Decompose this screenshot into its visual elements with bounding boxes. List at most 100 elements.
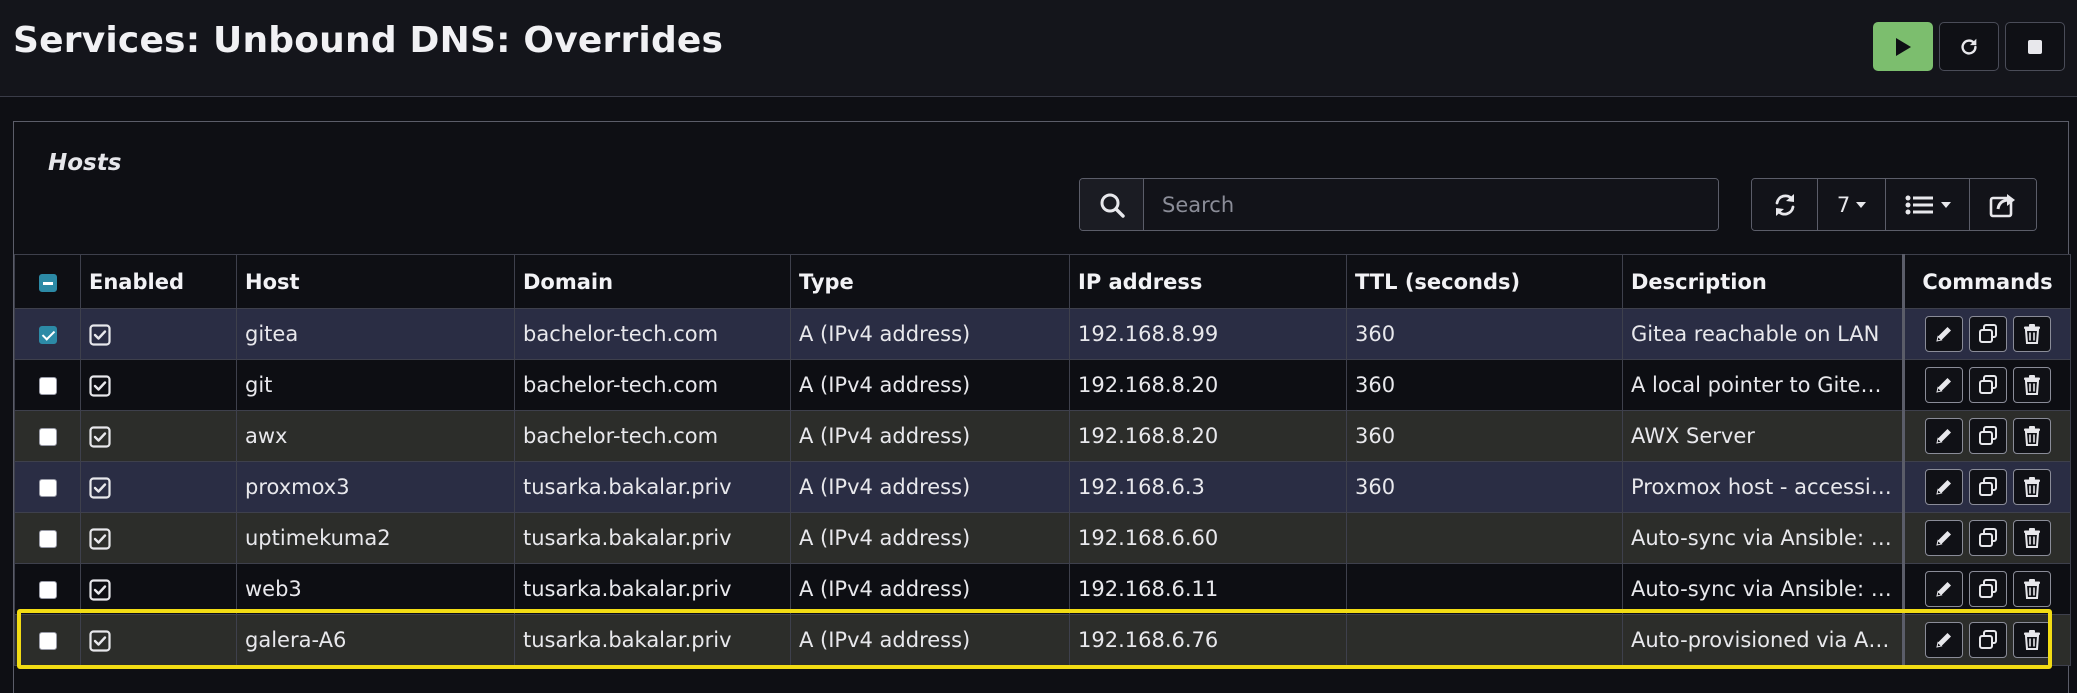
checked-square-icon[interactable] — [89, 579, 111, 601]
trash-icon — [2023, 375, 2040, 395]
clone-button[interactable] — [1968, 418, 2007, 454]
select-all-cell — [14, 254, 81, 309]
select-all-checkbox[interactable] — [38, 273, 57, 292]
column-header-commands: Commands — [1902, 254, 2071, 309]
delete-button[interactable] — [2012, 469, 2051, 505]
column-header-description[interactable]: Description — [1622, 254, 1904, 309]
page-size-dropdown[interactable]: 7 — [1818, 179, 1886, 230]
table-row[interactable]: uptimekuma2 tusarka.bakalar.priv A (IPv4… — [14, 512, 2071, 564]
edit-button[interactable] — [1924, 520, 1963, 556]
search-icon — [1100, 193, 1125, 218]
table-row[interactable]: awx bachelor-tech.com A (IPv4 address) 1… — [14, 410, 2071, 462]
row-ttl: 360 — [1346, 410, 1623, 462]
row-select-cell — [14, 512, 81, 564]
edit-button[interactable] — [1924, 571, 1963, 607]
edit-button[interactable] — [1924, 622, 1963, 658]
row-commands — [1902, 410, 2071, 462]
table-row[interactable]: proxmox3 tusarka.bakalar.priv A (IPv4 ad… — [14, 461, 2071, 513]
row-domain: bachelor-tech.com — [514, 410, 791, 462]
delete-button[interactable] — [2012, 571, 2051, 607]
clone-button[interactable] — [1968, 316, 2007, 352]
row-ttl — [1346, 512, 1623, 564]
edit-button[interactable] — [1924, 316, 1963, 352]
pencil-icon — [1935, 480, 1951, 495]
row-select-checkbox[interactable] — [38, 581, 57, 599]
checked-square-icon[interactable] — [89, 630, 111, 652]
table-header-row: Enabled Host Domain Type IP address TTL … — [14, 254, 2071, 309]
play-icon — [1896, 37, 1911, 56]
page-title: Services: Unbound DNS: Overrides — [13, 20, 724, 61]
clone-button[interactable] — [1968, 469, 2007, 505]
checked-square-icon[interactable] — [89, 477, 111, 499]
stop-service-button[interactable] — [2005, 22, 2065, 71]
table-row[interactable]: web3 tusarka.bakalar.priv A (IPv4 addres… — [14, 563, 2071, 615]
delete-button[interactable] — [2012, 418, 2051, 454]
row-host: git — [236, 359, 515, 411]
trash-icon — [2023, 579, 2040, 599]
delete-button[interactable] — [2012, 367, 2051, 403]
row-select-checkbox[interactable] — [38, 377, 57, 395]
row-select-checkbox[interactable] — [38, 326, 57, 344]
clone-button[interactable] — [1968, 520, 2007, 556]
pencil-icon — [1935, 429, 1951, 444]
grid-toolbar: 7 — [1751, 178, 2037, 231]
checked-square-icon[interactable] — [89, 528, 111, 550]
edit-button[interactable] — [1924, 418, 1963, 454]
column-header-domain[interactable]: Domain — [514, 254, 791, 309]
table-row[interactable]: gitea bachelor-tech.com A (IPv4 address)… — [14, 308, 2071, 360]
list-icon — [1905, 195, 1933, 214]
clone-button[interactable] — [1968, 571, 2007, 607]
hosts-table: Enabled Host Domain Type IP address TTL … — [14, 254, 2071, 666]
column-header-ip-address[interactable]: IP address — [1069, 254, 1347, 309]
clone-button[interactable] — [1968, 367, 2007, 403]
export-button[interactable] — [1970, 179, 2036, 230]
refresh-icon — [1775, 193, 1794, 216]
reload-grid-button[interactable] — [1752, 179, 1818, 230]
row-type: A (IPv4 address) — [790, 359, 1070, 411]
column-header-host[interactable]: Host — [236, 254, 515, 309]
row-select-checkbox[interactable] — [38, 479, 57, 497]
row-select-checkbox[interactable] — [38, 632, 57, 650]
restart-service-button[interactable] — [1939, 22, 1999, 71]
copy-icon — [1978, 375, 1997, 394]
row-enabled-cell — [80, 563, 237, 615]
section-title: Hosts — [48, 150, 122, 176]
delete-button[interactable] — [2012, 316, 2051, 352]
checked-square-icon[interactable] — [89, 375, 111, 397]
row-select-cell — [14, 563, 81, 615]
row-type: A (IPv4 address) — [790, 410, 1070, 462]
row-ip-address: 192.168.6.60 — [1069, 512, 1347, 564]
row-description: Proxmox host - accessi… — [1622, 461, 1904, 513]
row-type: A (IPv4 address) — [790, 308, 1070, 360]
column-selection-dropdown[interactable] — [1886, 179, 1970, 230]
row-ip-address: 192.168.6.11 — [1069, 563, 1347, 615]
column-header-type[interactable]: Type — [790, 254, 1070, 309]
row-host: gitea — [236, 308, 515, 360]
search-input[interactable] — [1144, 179, 1718, 230]
stop-icon — [2028, 39, 2042, 54]
pencil-icon — [1935, 531, 1951, 546]
trash-icon — [2023, 426, 2040, 446]
edit-button[interactable] — [1924, 469, 1963, 505]
row-select-checkbox[interactable] — [38, 530, 57, 548]
row-host: uptimekuma2 — [236, 512, 515, 564]
row-ttl — [1346, 614, 1623, 666]
delete-button[interactable] — [2012, 622, 2051, 658]
delete-button[interactable] — [2012, 520, 2051, 556]
row-enabled-cell — [80, 461, 237, 513]
row-select-cell — [14, 308, 81, 360]
row-select-checkbox[interactable] — [38, 428, 57, 446]
edit-button[interactable] — [1924, 367, 1963, 403]
row-commands — [1902, 461, 2071, 513]
start-service-button[interactable] — [1873, 22, 1933, 71]
checked-square-icon[interactable] — [89, 426, 111, 448]
table-row[interactable]: galera-A6 tusarka.bakalar.priv A (IPv4 a… — [14, 614, 2071, 666]
row-commands-group — [1909, 622, 2066, 658]
table-row[interactable]: git bachelor-tech.com A (IPv4 address) 1… — [14, 359, 2071, 411]
clone-button[interactable] — [1968, 622, 2007, 658]
row-domain: tusarka.bakalar.priv — [514, 461, 791, 513]
search-group — [1079, 178, 1719, 231]
column-header-enabled[interactable]: Enabled — [80, 254, 237, 309]
column-header-ttl[interactable]: TTL (seconds) — [1346, 254, 1623, 309]
checked-square-icon[interactable] — [89, 324, 111, 346]
